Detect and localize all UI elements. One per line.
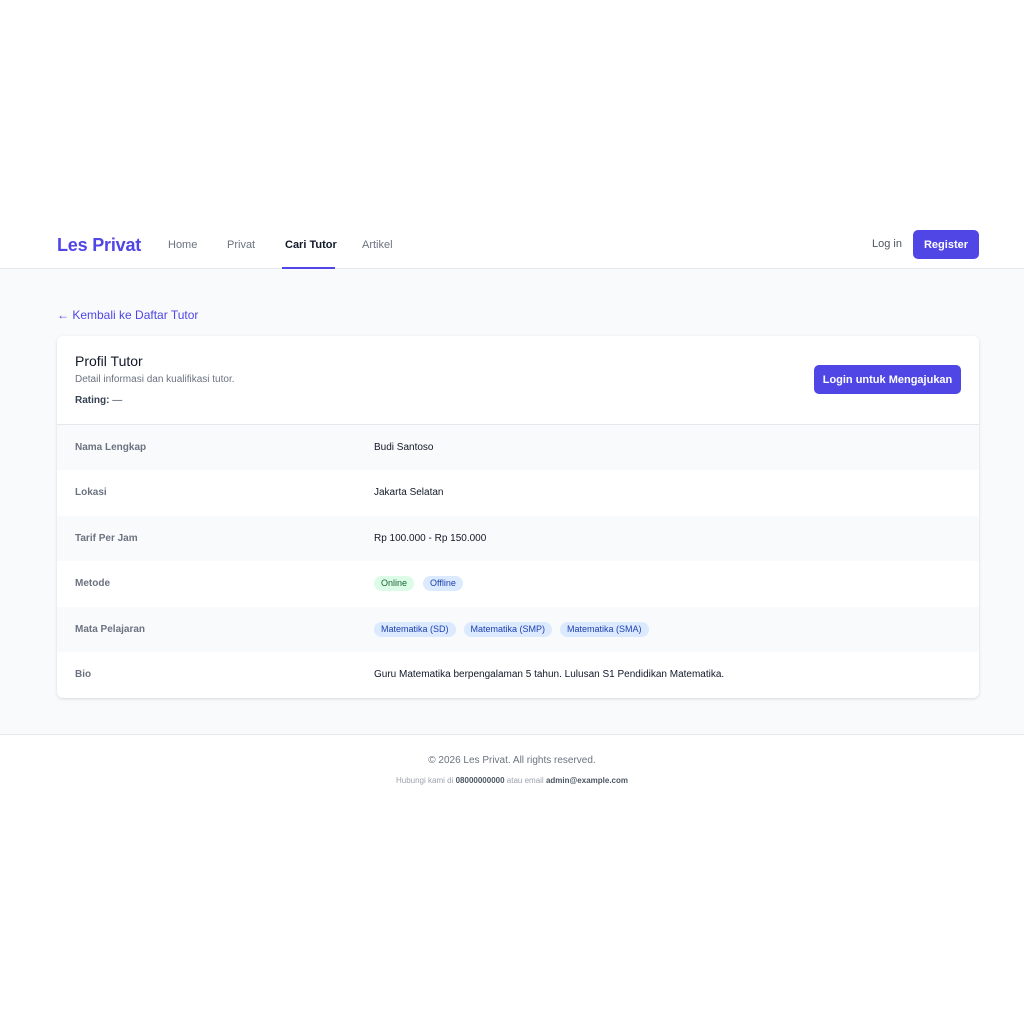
contact-email: admin@example.com bbox=[545, 776, 628, 785]
card-title: Profil Tutor bbox=[75, 353, 143, 369]
nav-link-home[interactable]: Home bbox=[168, 239, 197, 251]
rating: Rating: — bbox=[75, 395, 122, 406]
login-to-apply-button[interactable]: Login untuk Mengajukan bbox=[814, 365, 961, 394]
row-label: Lokasi bbox=[75, 487, 107, 498]
brand-logo[interactable]: Les Privat bbox=[57, 235, 141, 256]
row-value: Budi Santoso bbox=[374, 442, 434, 453]
method-badge-offline: Offline bbox=[423, 576, 463, 591]
rating-label: Rating: bbox=[75, 395, 110, 406]
subject-badge: Matematika (SMA) bbox=[560, 622, 649, 637]
contact-middle: atau email bbox=[506, 776, 544, 785]
method-badges: Online Offline bbox=[374, 576, 463, 591]
subject-badge: Matematika (SD) bbox=[374, 622, 456, 637]
card-header: Profil Tutor Detail informasi dan kualif… bbox=[57, 336, 979, 425]
detail-row-bio: Bio Guru Matematika berpengalaman 5 tahu… bbox=[57, 652, 979, 697]
method-badge-online: Online bbox=[374, 576, 415, 591]
detail-row-mata-pelajaran: Mata Pelajaran Matematika (SD) Matematik… bbox=[57, 607, 979, 652]
nav-link-artikel[interactable]: Artikel bbox=[362, 239, 393, 251]
card-subtitle: Detail informasi dan kualifikasi tutor. bbox=[75, 374, 235, 385]
login-link[interactable]: Log in bbox=[872, 238, 902, 250]
row-label: Nama Lengkap bbox=[75, 442, 147, 453]
row-label: Bio bbox=[75, 669, 92, 680]
contact-info: Hubungi kami di 08000000000 atau email a… bbox=[0, 776, 1024, 785]
copyright-text: © 2026 Les Privat. All rights reserved. bbox=[428, 755, 596, 766]
contact-prefix: Hubungi kami di bbox=[395, 776, 454, 785]
row-label: Mata Pelajaran bbox=[75, 624, 146, 635]
subject-badges: Matematika (SD) Matematika (SMP) Matemat… bbox=[374, 622, 649, 637]
top-navbar: Les Privat Home Privat Cari Tutor Artike… bbox=[0, 228, 1024, 269]
register-button[interactable]: Register bbox=[913, 230, 979, 259]
row-value: Jakarta Selatan bbox=[374, 487, 444, 498]
detail-row-metode: Metode Online Offline bbox=[57, 561, 979, 606]
detail-row-lokasi: Lokasi Jakarta Selatan bbox=[57, 470, 979, 515]
detail-row-nama-lengkap: Nama Lengkap Budi Santoso bbox=[57, 425, 979, 470]
back-to-tutor-list-link[interactable]: ← Kembali ke Daftar Tutor bbox=[57, 308, 198, 322]
nav-link-privat[interactable]: Privat bbox=[227, 239, 255, 251]
page-footer: © 2026 Les Privat. All rights reserved. … bbox=[0, 734, 1024, 794]
page-frame: Les Privat Home Privat Cari Tutor Artike… bbox=[0, 228, 1024, 794]
contact-phone: 08000000000 bbox=[455, 776, 505, 785]
row-value: Guru Matematika berpengalaman 5 tahun. L… bbox=[374, 669, 725, 680]
subject-badge: Matematika (SMP) bbox=[463, 622, 553, 637]
detail-row-tarif: Tarif Per Jam Rp 100.000 - Rp 150.000 bbox=[57, 516, 979, 561]
nav-link-cari-tutor[interactable]: Cari Tutor bbox=[285, 239, 337, 251]
active-tab-indicator bbox=[282, 267, 335, 269]
rating-value: — bbox=[112, 395, 123, 406]
tutor-profile-card: Profil Tutor Detail informasi dan kualif… bbox=[57, 336, 979, 698]
row-value: Rp 100.000 - Rp 150.000 bbox=[374, 533, 487, 544]
row-label: Tarif Per Jam bbox=[75, 533, 138, 544]
row-label: Metode bbox=[75, 578, 110, 589]
